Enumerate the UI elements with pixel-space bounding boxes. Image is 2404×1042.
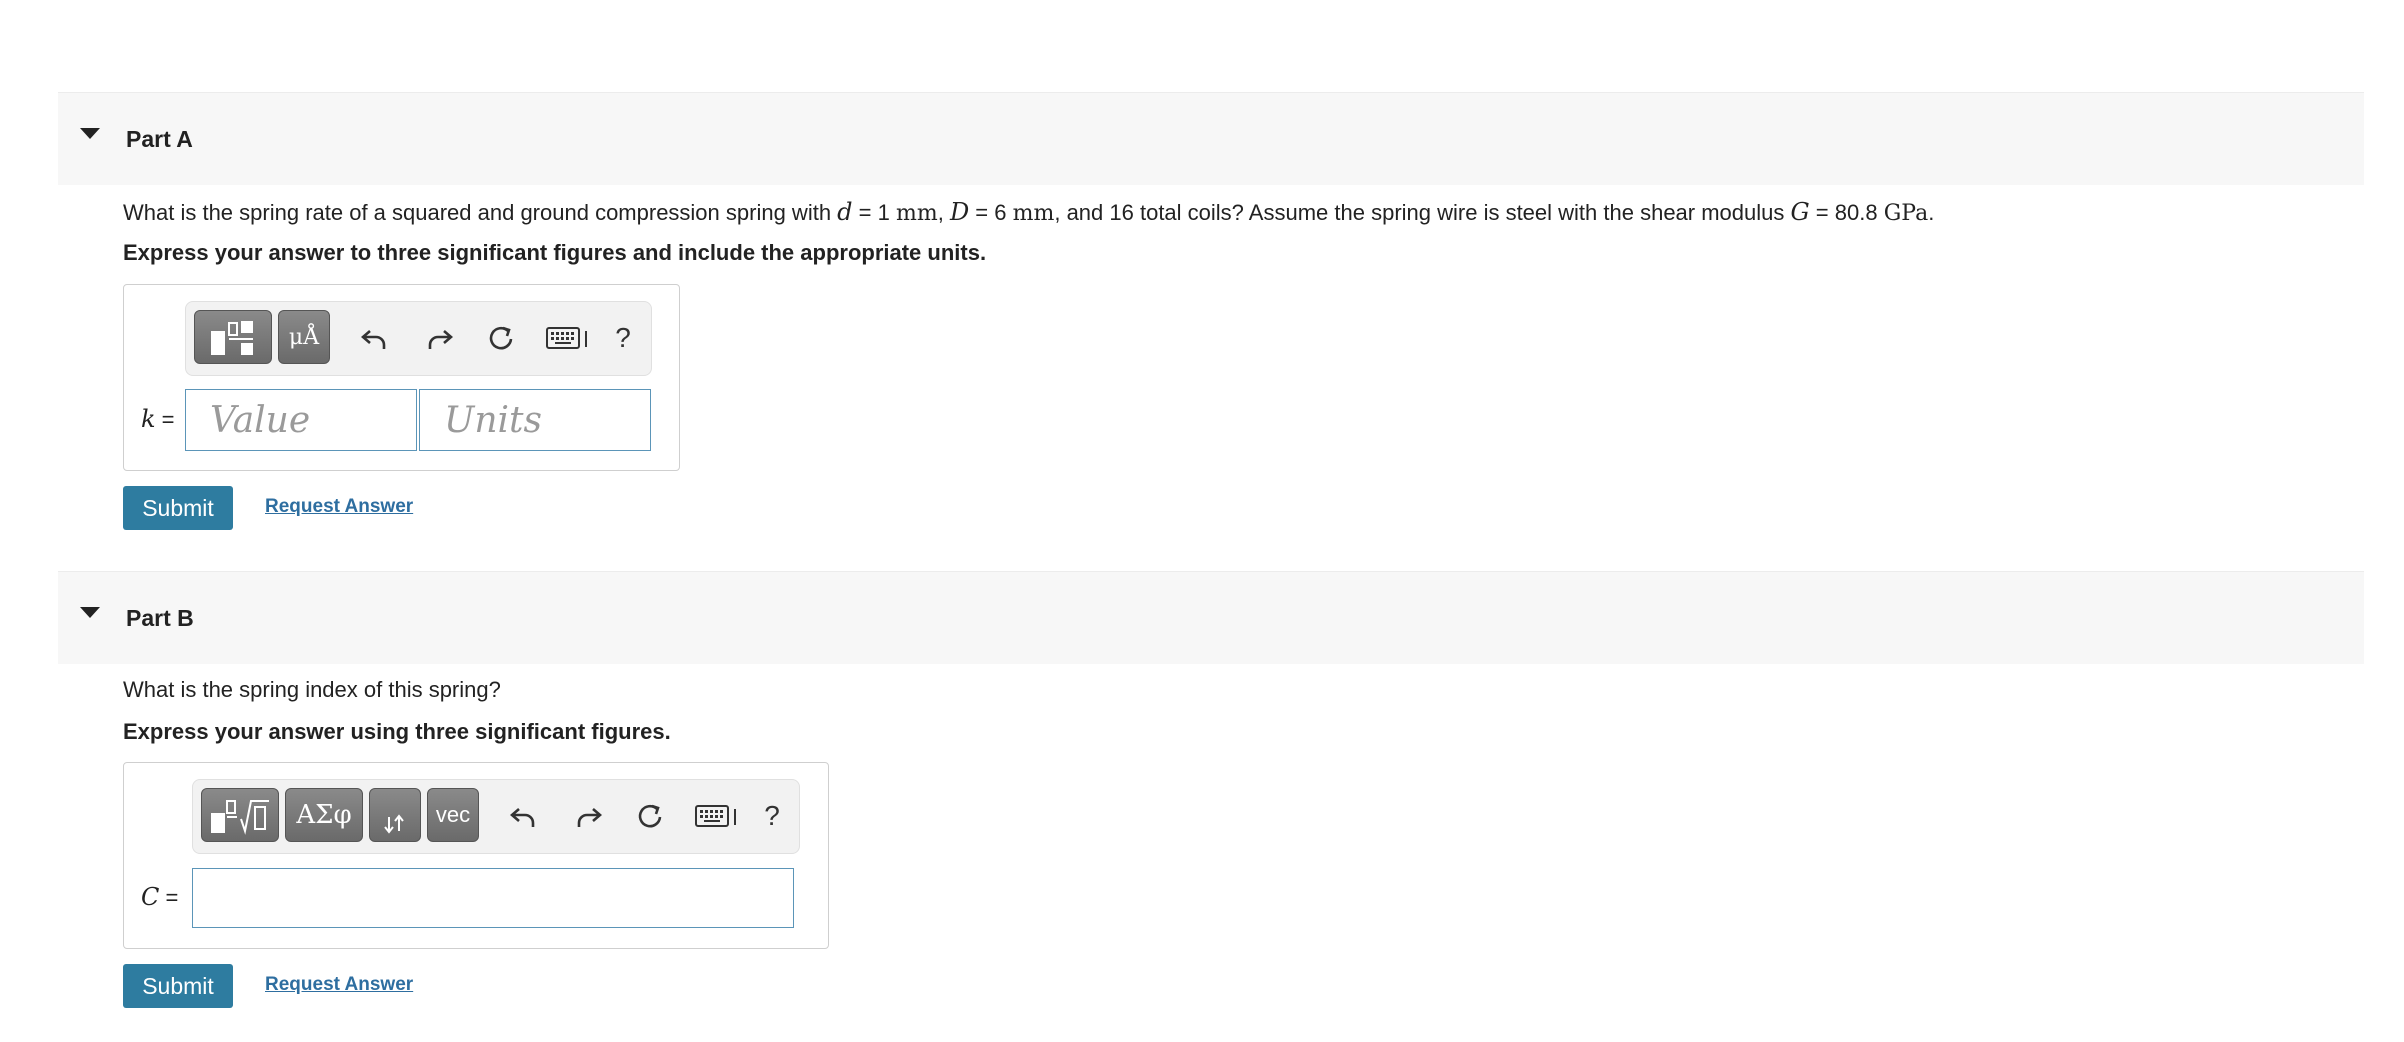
redo-icon-svg (428, 330, 453, 349)
value-input[interactable] (185, 389, 417, 451)
undo-icon-svg (361, 330, 386, 349)
question-text: = 6 (969, 200, 1013, 225)
part-b-header[interactable]: Part B (58, 571, 2364, 664)
answer-input[interactable] (192, 868, 794, 928)
reset-icon[interactable] (484, 320, 518, 356)
var-D: D (949, 198, 970, 226)
reset-icon-svg (638, 804, 662, 828)
help-button[interactable]: ? (606, 320, 640, 356)
var-C: C (141, 883, 160, 911)
fraction-sqrt-button[interactable] (201, 788, 279, 842)
greek-symbols-button[interactable]: ΑΣφ (285, 788, 363, 842)
subscript-arrows-icon (384, 814, 404, 834)
part-b-instruction: Express your answer using three signific… (123, 719, 671, 744)
subscript-superscript-button[interactable] (369, 788, 421, 842)
keyboard-icon-svg (695, 805, 736, 827)
part-b-answer-box: ΑΣφ vec ? C = (123, 762, 829, 949)
var-d: d (837, 198, 853, 226)
help-button[interactable]: ? (755, 798, 789, 834)
question-text: , (937, 200, 950, 225)
redo-icon-svg (577, 808, 602, 827)
var-label-c: C = (141, 883, 178, 911)
units-symbols-button[interactable]: μÅ (278, 310, 330, 364)
vector-label: vec (435, 802, 471, 827)
equals-sign: = (155, 407, 175, 432)
collapse-caret-icon[interactable] (80, 607, 100, 618)
part-a-title: Part A (126, 126, 193, 152)
greek-symbols-label: ΑΣφ (296, 800, 352, 830)
question-text: What is the spring rate of a squared and… (123, 200, 838, 225)
vector-button[interactable]: vec (427, 788, 479, 842)
question-text: = 1 (852, 200, 896, 225)
question-text: . (1928, 200, 1935, 225)
redo-icon[interactable] (571, 798, 605, 834)
part-a-request-answer-link[interactable]: Request Answer (265, 496, 413, 518)
redo-icon[interactable] (422, 320, 456, 356)
math-toolbar: ΑΣφ vec ? (192, 779, 800, 854)
part-b-title: Part B (126, 605, 194, 631)
equals-sign: = (159, 885, 179, 910)
unit-mm: mm (1012, 201, 1055, 226)
keyboard-icon[interactable] (544, 320, 592, 356)
part-a-submit-button[interactable]: Submit (123, 486, 233, 530)
units-input[interactable] (419, 389, 651, 451)
part-b-request-answer-link[interactable]: Request Answer (265, 974, 413, 996)
question-text: = 80.8 (1809, 200, 1884, 225)
templates-button[interactable] (194, 310, 272, 364)
part-a-question: What is the spring rate of a squared and… (123, 198, 1934, 226)
keyboard-icon[interactable] (693, 798, 741, 834)
var-label-k: k = (141, 405, 175, 433)
unit-mm: mm (895, 201, 938, 226)
collapse-caret-icon[interactable] (80, 128, 100, 139)
part-a-header[interactable]: Part A (58, 92, 2364, 185)
units-symbols-label: μÅ (288, 324, 320, 350)
keyboard-icon-svg (546, 327, 587, 349)
undo-icon[interactable] (507, 798, 541, 834)
unit-gpa: GPa (1883, 201, 1929, 226)
reset-icon-svg (489, 326, 513, 350)
undo-icon[interactable] (358, 320, 392, 356)
part-a-instruction: Express your answer to three significant… (123, 240, 987, 265)
var-G: G (1790, 198, 1810, 226)
undo-icon-svg (510, 808, 535, 827)
templates-icon (211, 321, 253, 355)
part-b-question: What is the spring index of this spring? (123, 677, 501, 702)
fraction-sqrt-icon (211, 800, 269, 835)
var-k: k (141, 405, 156, 433)
question-text: , and 16 total coils? Assume the spring … (1054, 200, 1791, 225)
math-toolbar: μÅ ? (185, 301, 652, 376)
part-a-answer-box: μÅ ? k = (123, 284, 680, 471)
part-b-submit-button[interactable]: Submit (123, 964, 233, 1008)
reset-icon[interactable] (633, 798, 667, 834)
